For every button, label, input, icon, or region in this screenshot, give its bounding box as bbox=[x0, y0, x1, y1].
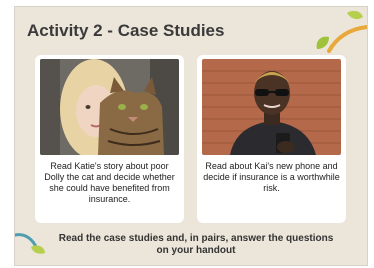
leaf-decoration-icon bbox=[316, 10, 367, 53]
slide-title: Activity 2 - Case Studies bbox=[27, 21, 225, 40]
case-study-caption: Read about Kai's new phone and decide if… bbox=[203, 161, 340, 193]
case-study-caption: Read Katie's story about poor Dolly the … bbox=[44, 161, 175, 204]
case-study-card-katie: Read Katie's story about poor Dolly the … bbox=[35, 55, 184, 223]
woman-with-cat-photo bbox=[40, 59, 179, 155]
case-study-card-kai: Read about Kai's new phone and decide if… bbox=[197, 55, 346, 223]
man-with-phone-photo bbox=[202, 59, 341, 155]
presentation-slide: Activity 2 - Case Studies Read Katie's s… bbox=[14, 6, 368, 266]
slide-instruction: Read the case studies and, in pairs, ans… bbox=[58, 233, 334, 256]
